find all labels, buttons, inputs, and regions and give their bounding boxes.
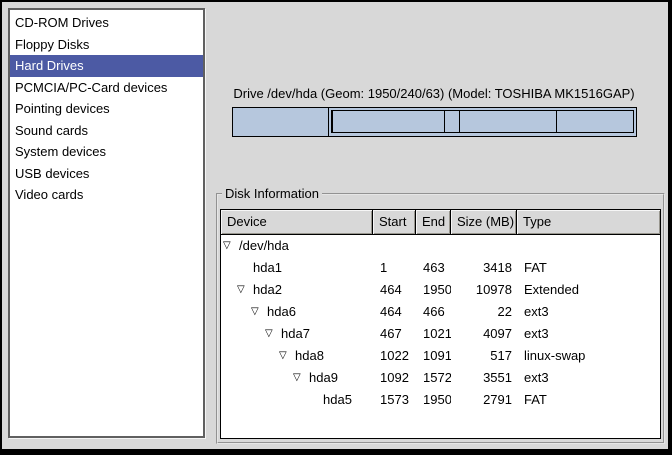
expander-open-icon[interactable]: ▽ xyxy=(251,301,267,323)
type-value: FAT xyxy=(517,389,660,411)
table-row-hda2[interactable]: ▽hda2 464195010978Extended xyxy=(221,279,660,301)
table-row-hda9[interactable]: ▽hda9 109215723551ext3 xyxy=(221,367,660,389)
end-value: 1950 xyxy=(416,389,451,411)
size-value: 2791 xyxy=(451,389,517,411)
end-value: 463 xyxy=(416,257,451,279)
start-value xyxy=(373,235,416,257)
size-value: 517 xyxy=(451,345,517,367)
device-name: hda8 xyxy=(295,345,324,367)
sidebar-item-usb-devices[interactable]: USB devices xyxy=(10,163,203,185)
size-value: 4097 xyxy=(451,323,517,345)
table-row-hda7[interactable]: ▽hda7 46710214097ext3 xyxy=(221,323,660,345)
device-name: hda6 xyxy=(267,301,296,323)
sidebar-item-pointing-devices[interactable]: Pointing devices xyxy=(10,98,203,120)
partition-table-body: ▽/dev/hdahda114633418FAT▽hda246419501097… xyxy=(221,235,660,411)
disk-information-frame: Disk Information DeviceStartEndSize (MB)… xyxy=(216,193,665,444)
sidebar-item-hard-drives[interactable]: Hard Drives xyxy=(10,55,203,77)
table-row-hda6[interactable]: ▽hda6 46446622ext3 xyxy=(221,301,660,323)
size-value: 22 xyxy=(451,301,517,323)
sidebar-item-pcmcia-pc-card-devices[interactable]: PCMCIA/PC-Card devices xyxy=(10,77,203,99)
partition-segment-hda8 xyxy=(445,111,460,132)
partition-segment-hda1 xyxy=(233,108,329,136)
hardware-browser-window: CD-ROM DrivesFloppy DisksHard DrivesPCMC… xyxy=(0,0,672,455)
end-value: 1091 xyxy=(416,345,451,367)
column-header-size-mb[interactable]: Size (MB) xyxy=(451,210,517,234)
column-header-start[interactable]: Start xyxy=(373,210,416,234)
table-row-hda1[interactable]: hda1 14633418FAT xyxy=(221,257,660,279)
table-row-hda5[interactable]: hda5 157319502791FAT xyxy=(221,389,660,411)
device-name: hda9 xyxy=(309,367,338,389)
type-value: linux-swap xyxy=(517,345,660,367)
partition-segment-hda5 xyxy=(557,111,633,132)
start-value: 1022 xyxy=(373,345,416,367)
end-value xyxy=(416,235,451,257)
extended-partition-hda2 xyxy=(331,110,634,133)
device-name: /dev/hda xyxy=(239,235,289,257)
disk-information-label: Disk Information xyxy=(222,186,322,202)
device-name: hda5 xyxy=(323,389,352,411)
type-value: ext3 xyxy=(517,367,660,389)
partition-table-header: DeviceStartEndSize (MB)Type xyxy=(221,210,660,235)
table-row-dev-hda[interactable]: ▽/dev/hda xyxy=(221,235,660,257)
device-name: hda7 xyxy=(281,323,310,345)
device-name: hda1 xyxy=(253,257,282,279)
size-value xyxy=(451,235,517,257)
type-value: ext3 xyxy=(517,323,660,345)
expander-open-icon[interactable]: ▽ xyxy=(223,235,239,257)
type-value xyxy=(517,235,660,257)
start-value: 1 xyxy=(373,257,416,279)
type-value: FAT xyxy=(517,257,660,279)
type-value: ext3 xyxy=(517,301,660,323)
sidebar-item-cd-rom-drives[interactable]: CD-ROM Drives xyxy=(10,12,203,34)
size-value: 10978 xyxy=(451,279,517,301)
sidebar-item-video-cards[interactable]: Video cards xyxy=(10,184,203,206)
size-value: 3551 xyxy=(451,367,517,389)
column-header-type[interactable]: Type xyxy=(517,210,660,234)
end-value: 1572 xyxy=(416,367,451,389)
type-value: Extended xyxy=(517,279,660,301)
drive-title: Drive /dev/hda (Geom: 1950/240/63) (Mode… xyxy=(224,86,644,101)
sidebar-item-sound-cards[interactable]: Sound cards xyxy=(10,120,203,142)
sidebar-item-floppy-disks[interactable]: Floppy Disks xyxy=(10,34,203,56)
end-value: 466 xyxy=(416,301,451,323)
expander-open-icon[interactable]: ▽ xyxy=(265,323,281,345)
start-value: 464 xyxy=(373,279,416,301)
partition-segment-hda9 xyxy=(460,111,557,132)
end-value: 1021 xyxy=(416,323,451,345)
partition-bar xyxy=(232,107,637,137)
start-value: 1573 xyxy=(373,389,416,411)
column-header-end[interactable]: End xyxy=(416,210,451,234)
start-value: 467 xyxy=(373,323,416,345)
device-category-list: CD-ROM DrivesFloppy DisksHard DrivesPCMC… xyxy=(8,8,205,438)
sidebar-item-system-devices[interactable]: System devices xyxy=(10,141,203,163)
expander-open-icon[interactable]: ▽ xyxy=(293,367,309,389)
expander-open-icon[interactable]: ▽ xyxy=(237,279,253,301)
size-value: 3418 xyxy=(451,257,517,279)
partition-table: DeviceStartEndSize (MB)Type ▽/dev/hdahda… xyxy=(220,209,661,439)
device-name: hda2 xyxy=(253,279,282,301)
expander-open-icon[interactable]: ▽ xyxy=(279,345,295,367)
table-row-hda8[interactable]: ▽hda8 10221091517linux-swap xyxy=(221,345,660,367)
column-header-device[interactable]: Device xyxy=(221,210,373,234)
end-value: 1950 xyxy=(416,279,451,301)
start-value: 464 xyxy=(373,301,416,323)
partition-segment-hda7 xyxy=(333,111,445,132)
start-value: 1092 xyxy=(373,367,416,389)
